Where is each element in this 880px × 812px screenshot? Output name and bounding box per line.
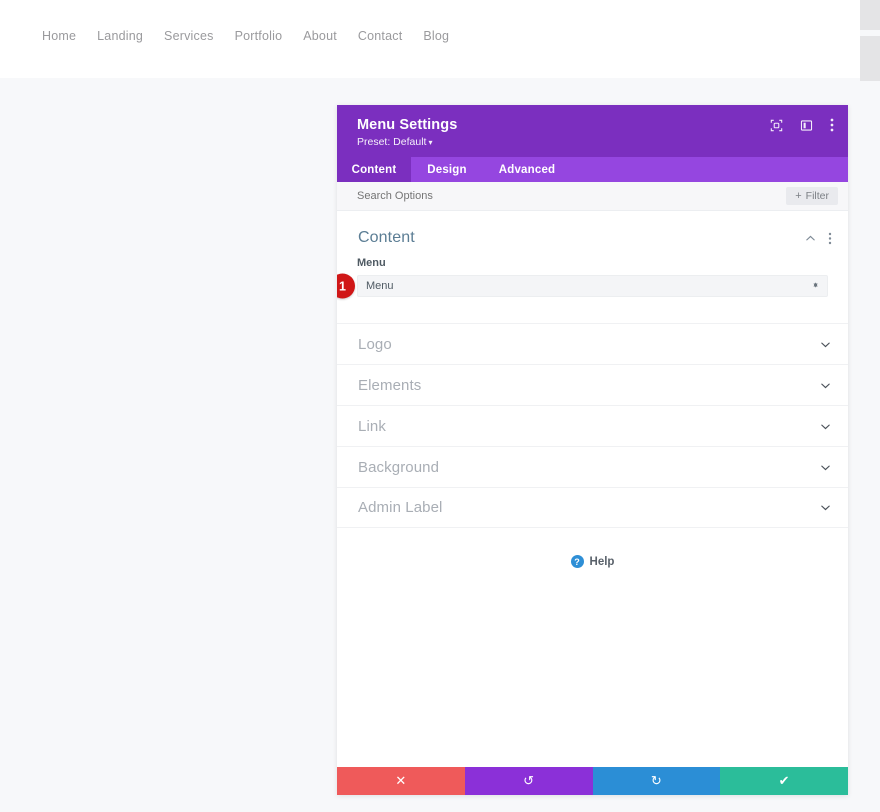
save-button[interactable]: ✔ (720, 767, 848, 795)
content-section-actions (805, 232, 832, 245)
plus-icon: + (795, 190, 802, 202)
question-mark-icon: ? (570, 555, 584, 568)
nav-item-landing[interactable]: Landing (97, 29, 143, 43)
preset-label: Preset: Default (357, 136, 427, 148)
primary-navigation: Home Landing Services Portfolio About Co… (42, 29, 449, 43)
nav-item-portfolio[interactable]: Portfolio (235, 29, 283, 43)
content-section-header[interactable]: Content (337, 211, 848, 257)
panel-layout-icon[interactable] (800, 119, 813, 132)
nav-item-about[interactable]: About (303, 29, 337, 43)
section-link-label: Link (358, 417, 386, 435)
help-link[interactable]: ? Help (337, 555, 848, 568)
section-background-label: Background (358, 458, 440, 476)
chevron-down-icon (820, 462, 831, 473)
menu-select-wrapper: 1 Menu ▲ ▼ (337, 273, 828, 299)
modal-title: Menu Settings (357, 117, 458, 133)
preset-selector[interactable]: Preset: Default ▾ (357, 136, 832, 148)
chevron-down-icon (820, 502, 831, 513)
section-elements-label: Elements (358, 376, 422, 394)
nav-item-contact[interactable]: Contact (358, 29, 402, 43)
menu-select[interactable]: Menu (357, 275, 828, 297)
section-background[interactable]: Background (337, 446, 848, 487)
modal-tabs: Content Design Advanced (337, 157, 848, 182)
chevron-down-icon (820, 380, 831, 391)
content-section-title: Content (358, 229, 415, 246)
chevron-down-icon (820, 339, 831, 350)
tab-advanced[interactable]: Advanced (483, 157, 571, 182)
modal-footer: ✕ ↺ ↻ ✔ (337, 767, 848, 795)
modal-body: Content Menu 1 Menu Logo Elements Link B… (337, 211, 848, 767)
modal-header-actions (770, 118, 834, 132)
section-admin-label[interactable]: Admin Label (337, 487, 848, 528)
chevron-down-icon (820, 421, 831, 432)
undo-button[interactable]: ↺ (464, 767, 593, 795)
cancel-button[interactable]: ✕ (337, 767, 465, 795)
section-elements[interactable]: Elements (337, 364, 848, 405)
tab-content[interactable]: Content (337, 157, 411, 182)
tab-design[interactable]: Design (411, 157, 483, 182)
section-logo[interactable]: Logo (337, 323, 848, 364)
modal-header: Menu Settings Preset: Default ▾ (337, 105, 848, 157)
menu-field-label: Menu (357, 257, 386, 269)
chevron-up-icon[interactable] (805, 233, 816, 244)
page-root: Home Landing Services Portfolio About Co… (0, 0, 880, 812)
site-header: Home Landing Services Portfolio About Co… (0, 0, 860, 78)
section-logo-label: Logo (358, 335, 392, 353)
scrollbar-thumb-top[interactable] (860, 0, 880, 30)
more-options-icon[interactable] (830, 118, 834, 132)
filter-button[interactable]: + Filter (786, 187, 838, 205)
nav-item-home[interactable]: Home (42, 29, 76, 43)
help-label: Help (589, 555, 615, 568)
menu-select-value: Menu (366, 280, 394, 292)
search-row: + Filter (337, 182, 848, 211)
chevron-down-icon: ▾ (428, 138, 433, 147)
scrollbar-thumb-bottom[interactable] (860, 36, 880, 81)
menu-settings-modal: Menu Settings Preset: Default ▾ Content … (337, 105, 848, 795)
nav-item-blog[interactable]: Blog (423, 29, 449, 43)
redo-button[interactable]: ↻ (592, 767, 721, 795)
focus-target-icon[interactable] (770, 119, 783, 132)
menu-field: Menu 1 Menu ▲ ▼ (337, 257, 848, 299)
search-input[interactable] (357, 190, 657, 202)
step-badge-1: 1 (337, 273, 355, 299)
filter-button-label: Filter (805, 190, 829, 202)
section-admin-label-label: Admin Label (358, 499, 443, 516)
section-more-options-icon[interactable] (828, 232, 832, 245)
nav-item-services[interactable]: Services (164, 29, 214, 43)
collapsed-sections: Logo Elements Link Background Admin Labe… (337, 323, 848, 528)
section-link[interactable]: Link (337, 405, 848, 446)
